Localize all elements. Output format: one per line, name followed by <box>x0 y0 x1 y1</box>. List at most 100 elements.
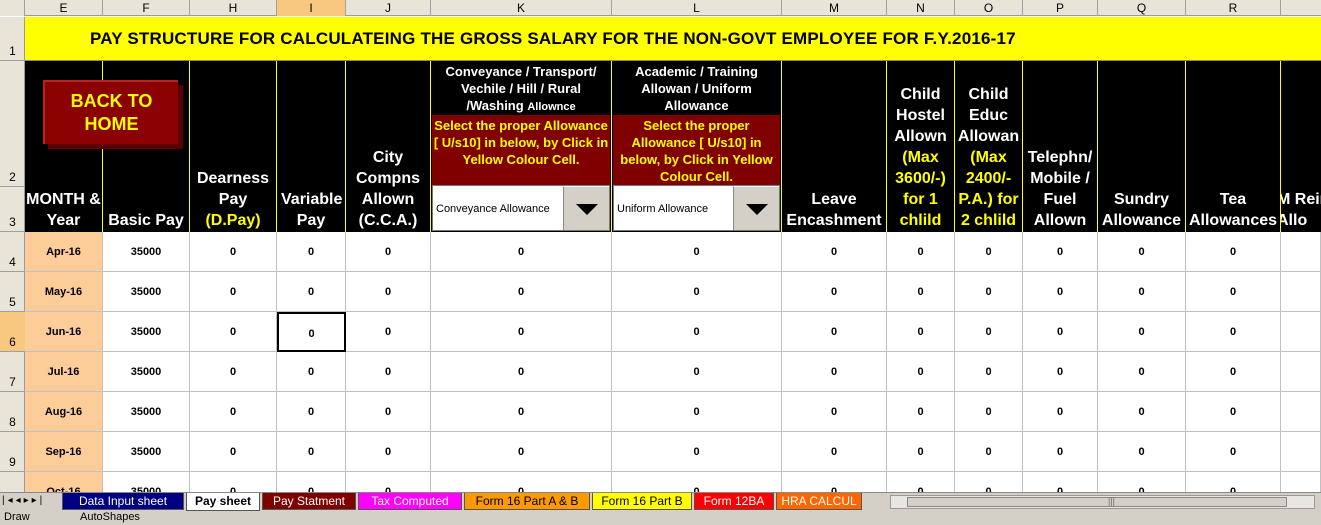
amount-cell[interactable]: 0 <box>887 312 955 352</box>
amount-cell[interactable]: 0 <box>782 232 887 272</box>
draw-menu[interactable]: Draw <box>4 511 30 523</box>
month-cell[interactable]: Jun-16 <box>25 312 103 352</box>
month-cell[interactable]: Aug-16 <box>25 392 103 432</box>
amount-cell[interactable] <box>1281 272 1321 312</box>
amount-cell[interactable]: 0 <box>1186 432 1281 472</box>
amount-cell[interactable]: 0 <box>782 312 887 352</box>
amount-cell[interactable]: 0 <box>612 432 782 472</box>
amount-cell[interactable]: 0 <box>955 312 1023 352</box>
sheet-tab[interactable]: Pay sheet <box>186 493 260 511</box>
column-header-i[interactable]: I <box>277 0 346 16</box>
conveyance-dropdown[interactable]: Conveyance Allowance <box>432 185 610 231</box>
row-header-1[interactable]: 1 <box>0 17 25 61</box>
amount-cell[interactable]: 0 <box>1023 312 1098 352</box>
amount-cell[interactable]: 0 <box>1098 272 1186 312</box>
amount-cell[interactable]: 0 <box>431 312 612 352</box>
basic-pay-cell[interactable]: 35000 <box>103 392 190 432</box>
amount-cell[interactable]: 0 <box>612 232 782 272</box>
amount-cell[interactable]: 0 <box>955 272 1023 312</box>
horizontal-scrollbar[interactable]: ||| <box>890 495 1315 509</box>
column-header-h[interactable]: H <box>190 0 277 16</box>
row-header-6[interactable]: 6 <box>0 312 25 352</box>
sheet-tab[interactable]: Tax Computed <box>358 493 462 510</box>
amount-cell[interactable]: 0 <box>1186 352 1281 392</box>
amount-cell[interactable]: 0 <box>431 272 612 312</box>
amount-cell[interactable]: 0 <box>1023 432 1098 472</box>
amount-cell[interactable]: 0 <box>782 352 887 392</box>
amount-cell[interactable]: 0 <box>887 272 955 312</box>
row-header-5[interactable]: 5 <box>0 272 25 312</box>
amount-cell[interactable]: 0 <box>1186 272 1281 312</box>
column-header-j[interactable]: J <box>346 0 431 16</box>
row-header-7[interactable]: 7 <box>0 352 25 392</box>
column-header-l[interactable]: L <box>612 0 782 16</box>
amount-cell[interactable]: 0 <box>1186 392 1281 432</box>
dropdown-arrow-icon[interactable] <box>563 186 609 230</box>
dropdown-arrow-icon[interactable] <box>733 186 779 230</box>
amount-cell[interactable]: 0 <box>277 272 346 312</box>
sheet-tab[interactable]: Data Input sheet <box>62 493 184 510</box>
amount-cell[interactable]: 0 <box>1023 352 1098 392</box>
amount-cell[interactable]: 0 <box>1186 312 1281 352</box>
amount-cell[interactable]: 0 <box>1023 232 1098 272</box>
month-cell[interactable]: Sep-16 <box>25 432 103 472</box>
amount-cell[interactable]: 0 <box>955 352 1023 392</box>
amount-cell[interactable]: 0 <box>612 392 782 432</box>
basic-pay-cell[interactable]: 35000 <box>103 272 190 312</box>
column-header-k[interactable]: K <box>431 0 612 16</box>
basic-pay-cell[interactable]: 35000 <box>103 232 190 272</box>
amount-cell[interactable] <box>1281 392 1321 432</box>
amount-cell[interactable]: 0 <box>1023 392 1098 432</box>
amount-cell[interactable]: 0 <box>887 392 955 432</box>
amount-cell[interactable]: 0 <box>887 352 955 392</box>
row-header-8[interactable]: 8 <box>0 392 25 432</box>
amount-cell[interactable]: 0 <box>277 432 346 472</box>
amount-cell[interactable]: 0 <box>277 392 346 432</box>
amount-cell[interactable]: 0 <box>190 352 277 392</box>
amount-cell[interactable]: 0 <box>1023 272 1098 312</box>
amount-cell[interactable]: 0 <box>190 392 277 432</box>
select-all-corner[interactable] <box>0 0 25 16</box>
amount-cell[interactable]: 0 <box>431 392 612 432</box>
amount-cell[interactable]: 0 <box>346 312 431 352</box>
amount-cell[interactable]: 0 <box>431 432 612 472</box>
amount-cell[interactable]: 0 <box>612 272 782 312</box>
amount-cell[interactable]: 0 <box>955 392 1023 432</box>
sheet-tab[interactable]: Form 16 Part A & B <box>464 493 590 510</box>
academic-dropdown[interactable]: Uniform Allowance <box>613 185 780 231</box>
column-header-n[interactable]: N <box>887 0 955 16</box>
basic-pay-cell[interactable]: 35000 <box>103 432 190 472</box>
amount-cell[interactable]: 0 <box>782 432 887 472</box>
amount-cell[interactable]: 0 <box>887 432 955 472</box>
amount-cell[interactable] <box>1281 352 1321 392</box>
amount-cell[interactable]: 0 <box>782 272 887 312</box>
amount-cell[interactable]: 0 <box>612 312 782 352</box>
amount-cell[interactable]: 0 <box>346 272 431 312</box>
amount-cell[interactable]: 0 <box>190 312 277 352</box>
column-header-q[interactable]: Q <box>1098 0 1186 16</box>
sheet-tab[interactable]: Form 16 Part B <box>592 493 692 510</box>
amount-cell[interactable]: 0 <box>1098 352 1186 392</box>
tab-nav-arrows-icon[interactable]: |◂◂▸▸| <box>2 495 45 506</box>
autoshapes-menu[interactable]: AutoShapes <box>80 511 140 523</box>
amount-cell[interactable]: 0 <box>190 232 277 272</box>
amount-cell[interactable]: 0 <box>1098 392 1186 432</box>
basic-pay-cell[interactable]: 35000 <box>103 352 190 392</box>
amount-cell[interactable]: 0 <box>955 232 1023 272</box>
month-cell[interactable]: Jul-16 <box>25 352 103 392</box>
amount-cell[interactable]: 0 <box>1098 312 1186 352</box>
amount-cell[interactable] <box>1281 312 1321 352</box>
amount-cell[interactable] <box>1281 432 1321 472</box>
amount-cell[interactable]: 0 <box>782 392 887 432</box>
sheet-tab[interactable]: Pay Statment <box>262 493 356 510</box>
amount-cell[interactable] <box>1281 232 1321 272</box>
month-cell[interactable]: May-16 <box>25 272 103 312</box>
column-header-f[interactable]: F <box>103 0 190 16</box>
column-header-o[interactable]: O <box>955 0 1023 16</box>
amount-cell[interactable]: 0 <box>1186 232 1281 272</box>
row-header-3[interactable]: 3 <box>0 187 25 232</box>
sheet-tab[interactable]: HRA CALCUL <box>776 493 862 510</box>
amount-cell[interactable]: 0 <box>190 272 277 312</box>
row-header-4[interactable]: 4 <box>0 232 25 272</box>
amount-cell[interactable]: 0 <box>190 432 277 472</box>
